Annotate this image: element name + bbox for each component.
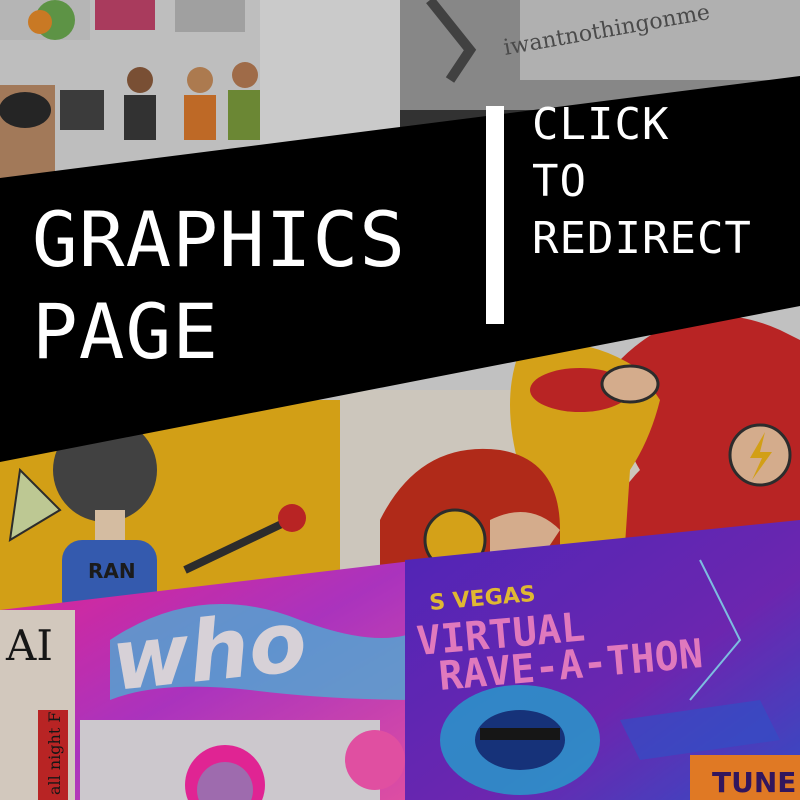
promo-tile[interactable]: iwantnothingonme RAN AI all night F who … <box>0 0 800 800</box>
redirect-link[interactable] <box>0 0 800 800</box>
